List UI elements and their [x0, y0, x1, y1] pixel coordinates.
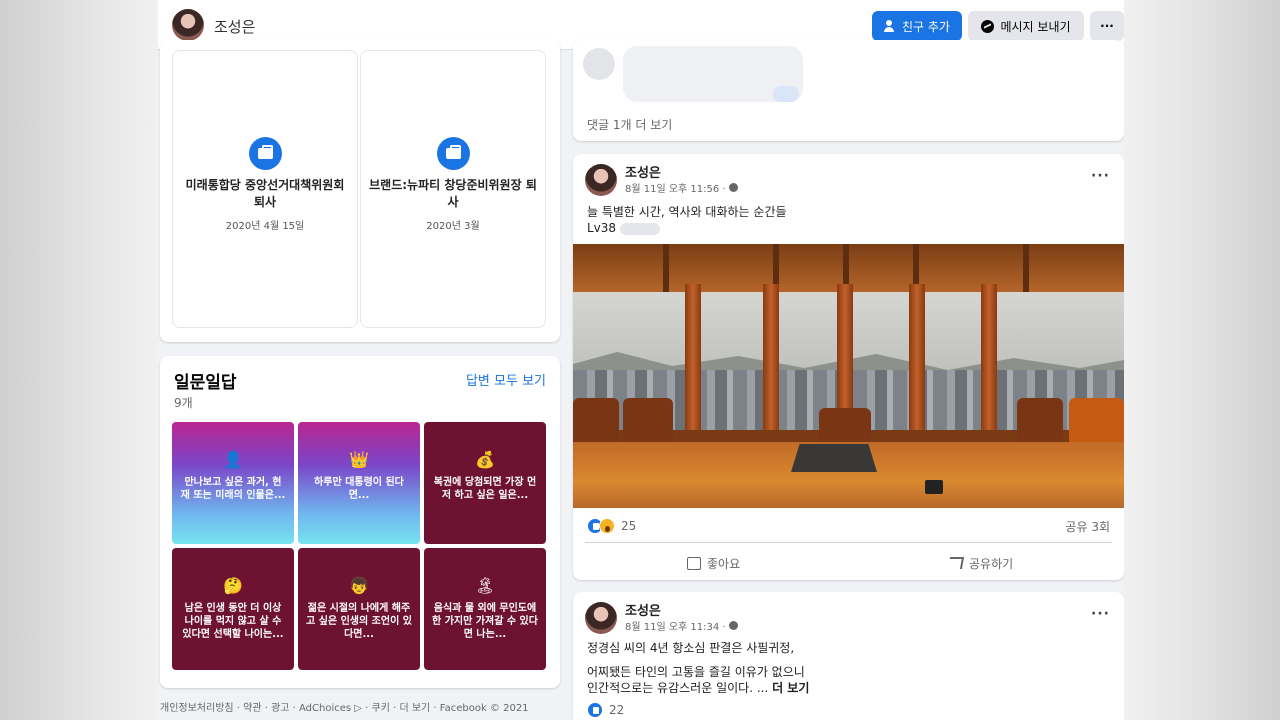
divider — [585, 542, 1112, 543]
photo-chair — [573, 398, 619, 446]
qa-tile-text: 남은 인생 동안 더 이상 나이를 먹지 않고 살 수 있다면 선택할 나이는.… — [182, 603, 284, 640]
photo-phone — [925, 480, 943, 494]
qa-tile-text: 음식과 물 외에 무인도에 한 가지만 가져갈 수 있다면 나는... — [432, 603, 538, 640]
reaction-count: 22 — [609, 703, 625, 717]
qa-see-all-link[interactable]: 답변 모두 보기 — [466, 370, 546, 389]
post-text-line: Lv38 — [587, 218, 660, 238]
post-author-name[interactable]: 조성은 — [625, 162, 661, 181]
like-reaction-icon — [587, 702, 603, 718]
person-icon: 👤 — [223, 450, 243, 469]
post-time-text: 8월 11일 오후 11:34 · — [625, 622, 726, 633]
thinking-face-icon: 🤔 — [223, 576, 243, 595]
photo-table-runner — [791, 444, 877, 472]
briefcase-icon — [249, 137, 282, 170]
share-arrow-icon — [947, 557, 965, 569]
post-author-avatar[interactable] — [585, 164, 617, 196]
work-date: 2020년 4월 15일 — [225, 221, 305, 232]
qa-tile[interactable]: 👤 만나보고 싶은 과거, 현재 또는 미래의 인물은... — [172, 422, 294, 544]
work-title: 브랜드:뉴파티 창당준비위원장 퇴사 — [369, 178, 537, 209]
share-label: 공유하기 — [969, 556, 1014, 571]
post-text-fragment: 인간적으로는 유감스러운 일이다. ... — [587, 681, 769, 695]
add-friend-button[interactable]: 친구 추가 — [872, 11, 962, 41]
post-photo[interactable] — [573, 244, 1124, 508]
photo-pillar — [909, 284, 925, 444]
briefcase-icon — [437, 137, 470, 170]
send-message-button[interactable]: 메시지 보내기 — [968, 11, 1084, 41]
blurred-avatar — [583, 48, 615, 80]
work-item[interactable]: 미래통합당 중앙선거대책위원회 퇴사 2020년 4월 15일 — [172, 50, 358, 328]
reaction-summary[interactable]: 25 — [587, 518, 636, 534]
work-title: 미래통합당 중앙선거대책위원회 퇴사 — [185, 178, 345, 209]
blurred-background-left — [0, 0, 158, 720]
share-button[interactable]: 공유하기 — [947, 550, 1014, 576]
globe-icon — [728, 621, 738, 630]
profile-name[interactable]: 조성은 — [214, 16, 255, 37]
profile-page: 조성은 친구 추가 메시지 보내기 ··· 미래통합당 중앙선거대책위원회 퇴사… — [158, 0, 1124, 720]
child-face-icon: 👦 — [349, 576, 369, 595]
post-timestamp[interactable]: 8월 11일 오후 11:34 · — [625, 618, 738, 633]
comment-card: 댓글 1개 더 보기 — [573, 40, 1124, 141]
photo-beam — [663, 244, 669, 292]
qa-tile-text: 복권에 당첨되면 가장 먼저 하고 싶은 일은... — [433, 477, 537, 501]
qa-tile[interactable]: 💰 복권에 당첨되면 가장 먼저 하고 싶은 일은... — [424, 422, 546, 544]
reaction-summary[interactable]: 22 — [587, 702, 624, 718]
photo-chair — [1017, 398, 1063, 446]
photo-chair — [1069, 398, 1124, 446]
qa-tile[interactable]: 👑 하루만 대통령이 된다면... — [298, 422, 420, 544]
post-text-line: 정경심 씨의 4년 항소심 판결은 사필귀정, — [587, 641, 795, 655]
blurred-reaction — [773, 86, 799, 102]
photo-pillar — [981, 284, 997, 444]
post-card: 조성은 8월 11일 오후 11:34 · ··· 정경심 씨의 4년 항소심 … — [573, 592, 1124, 720]
send-message-label: 메시지 보내기 — [1000, 19, 1071, 34]
photo-beam — [1023, 244, 1029, 292]
work-date: 2020년 3월 — [426, 221, 480, 232]
reaction-count: 25 — [621, 519, 637, 533]
post-card: 조성은 8월 11일 오후 11:56 · ··· 늘 특별한 시간, 역사와 … — [573, 154, 1124, 580]
like-button[interactable]: 좋아요 — [687, 550, 740, 576]
photo-pillar — [685, 284, 701, 444]
crown-icon: 👑 — [349, 450, 369, 469]
qa-title: 일문일답 — [174, 373, 237, 393]
blurred-background-right — [1124, 0, 1280, 720]
qa-tile[interactable]: 👦 젊은 시절의 나에게 해주고 싶은 인생의 조언이 있다면... — [298, 548, 420, 670]
more-comments-link[interactable]: 댓글 1개 더 보기 — [587, 116, 672, 133]
money-bag-icon: 💰 — [475, 450, 495, 469]
add-person-icon — [884, 20, 896, 32]
thumbs-up-icon — [687, 556, 701, 570]
work-item[interactable]: 브랜드:뉴파티 창당준비위원장 퇴사 2020년 3월 — [360, 50, 546, 328]
footer-links[interactable]: 개인정보처리방침 · 약관 · 광고 · AdChoices ▷ · 쿠키 · … — [160, 699, 529, 714]
messenger-icon — [981, 19, 995, 33]
post-options-button[interactable]: ··· — [1091, 606, 1110, 622]
qa-tile-text: 하루만 대통령이 된다면... — [314, 477, 404, 501]
post-time-text: 8월 11일 오후 11:56 · — [625, 184, 726, 195]
post-author-avatar[interactable] — [585, 602, 617, 634]
wow-reaction-icon — [599, 518, 615, 534]
add-friend-label: 친구 추가 — [902, 19, 950, 34]
share-count[interactable]: 공유 3회 — [1065, 518, 1110, 535]
globe-icon — [728, 183, 738, 192]
post-options-button[interactable]: ··· — [1091, 168, 1110, 184]
work-history-card: 미래통합당 중앙선거대책위원회 퇴사 2020년 4월 15일 브랜드:뉴파티 … — [160, 40, 560, 342]
more-options-button[interactable]: ··· — [1090, 11, 1124, 41]
post-text-line: 인간적으로는 유감스러운 일이다. ... 더 보기 — [587, 678, 809, 698]
profile-avatar[interactable] — [172, 9, 204, 41]
qa-tile-text: 만나보고 싶은 과거, 현재 또는 미래의 인물은... — [180, 477, 286, 501]
post-text-fragment: Lv38 — [587, 221, 617, 235]
qa-tile-text: 젊은 시절의 나에게 해주고 싶은 인생의 조언이 있다면... — [306, 603, 412, 640]
post-timestamp[interactable]: 8월 11일 오후 11:56 · — [625, 180, 738, 195]
photo-chair — [623, 398, 673, 446]
post-author-name[interactable]: 조성은 — [625, 600, 661, 619]
blurred-text — [619, 222, 660, 235]
qa-tile[interactable]: 🏝 음식과 물 외에 무인도에 한 가지만 가져갈 수 있다면 나는... — [424, 548, 546, 670]
see-more-link[interactable]: 더 보기 — [772, 681, 809, 695]
qa-tile[interactable]: 🤔 남은 인생 동안 더 이상 나이를 먹지 않고 살 수 있다면 선택할 나이… — [172, 548, 294, 670]
qa-card: 일문일답 9개 답변 모두 보기 👤 만나보고 싶은 과거, 현재 또는 미래의… — [160, 356, 560, 688]
like-label: 좋아요 — [707, 556, 741, 571]
island-icon: 🏝 — [475, 576, 496, 595]
qa-count: 9개 — [174, 396, 193, 410]
photo-pillar — [763, 284, 779, 444]
